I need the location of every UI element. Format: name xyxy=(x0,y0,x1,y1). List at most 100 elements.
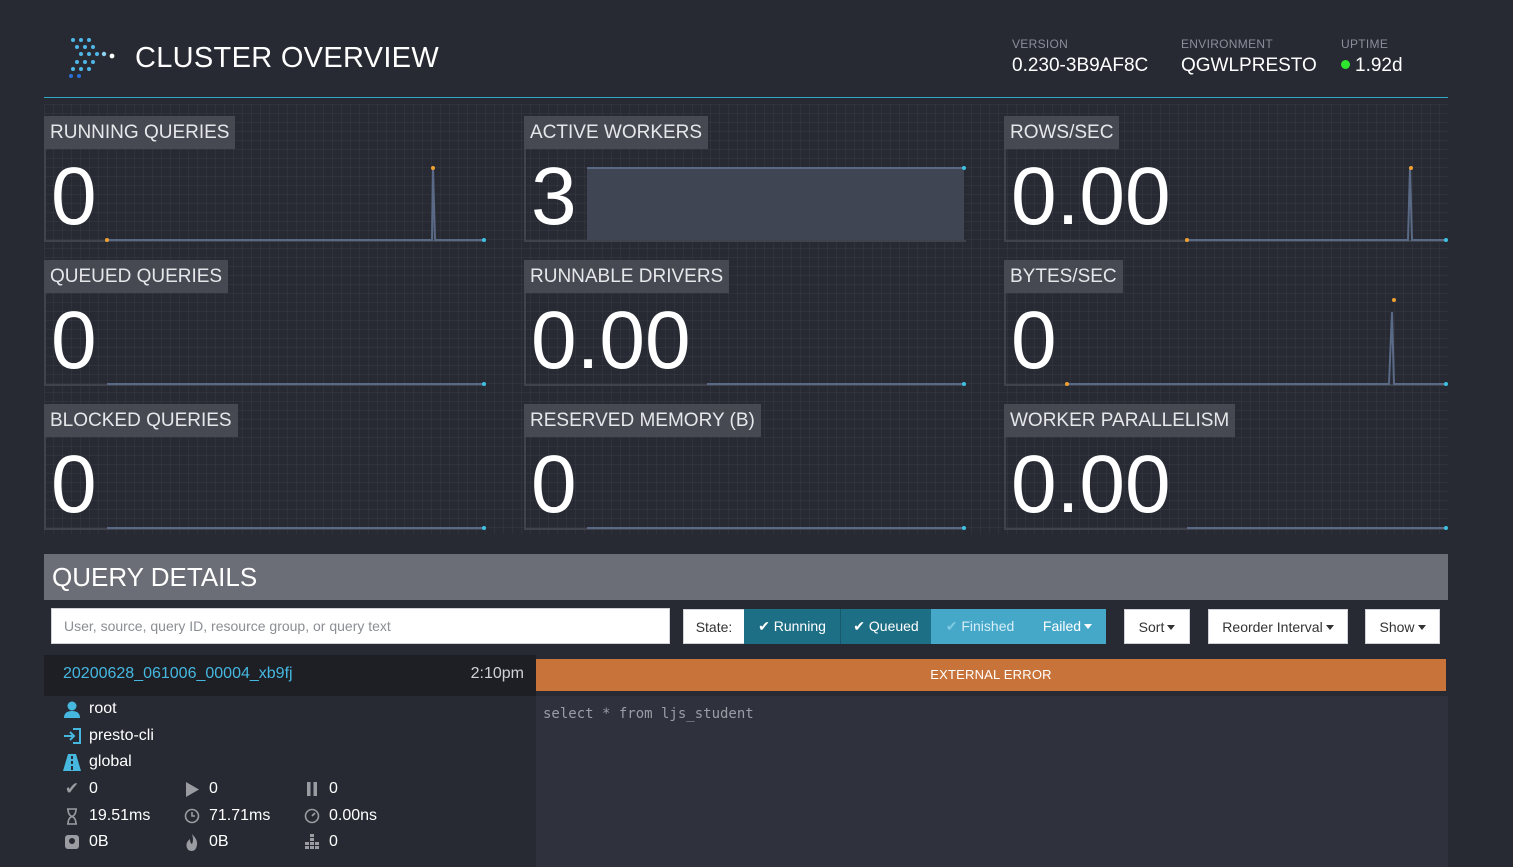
query-state-badge: EXTERNAL ERROR xyxy=(536,659,1446,691)
state-failed-dropdown[interactable]: Failed xyxy=(1029,609,1106,644)
clock-icon xyxy=(183,807,201,825)
cumulative-memory: 0 xyxy=(303,833,338,851)
tile-reserved-memory: RESERVED MEMORY (B) 0 xyxy=(524,404,966,530)
tile-value: 0 xyxy=(531,439,577,530)
tile-value: 3 xyxy=(531,151,577,242)
query-row: 20200628_061006_00004_xb9fj 2:10pm root … xyxy=(44,655,1448,867)
tile-value: 0 xyxy=(1011,295,1057,386)
version-label: VERSION xyxy=(1012,37,1069,51)
tile-value: 0 xyxy=(51,151,97,242)
metrics-grid: RUNNING QUERIES 0 ACTIVE WORKERS 3 ROWS/… xyxy=(44,104,1448,534)
caret-down-icon xyxy=(1417,625,1426,630)
tile-worker-parallelism: WORKER PARALLELISM 0.00 xyxy=(1004,404,1448,530)
version-value: 0.230-3B9AF8C xyxy=(1012,55,1149,76)
fire-icon xyxy=(183,833,201,851)
tile-runnable-drivers: RUNNABLE DRIVERS 0.00 xyxy=(524,260,966,386)
caret-down-icon xyxy=(1084,624,1093,629)
running-splits: 0 xyxy=(183,780,218,798)
login-icon xyxy=(63,727,81,745)
query-search-input[interactable] xyxy=(51,608,670,644)
tile-value: 0 xyxy=(51,295,97,386)
version-info: VERSION 0.230-3B9AF8C xyxy=(1012,37,1148,77)
sort-dropdown[interactable]: Sort xyxy=(1124,609,1190,644)
query-user-value: root xyxy=(89,700,117,717)
elapsed-time-value: 71.71ms xyxy=(209,807,271,824)
state-queued-button[interactable]: ✔ Queued xyxy=(840,609,931,644)
peak-memory-value: 0B xyxy=(209,833,229,850)
tile-label: BYTES/SEC xyxy=(1004,260,1123,293)
state-failed-label: Failed xyxy=(1042,618,1082,634)
state-running-button[interactable]: ✔ Running xyxy=(744,609,840,644)
tile-blocked-queries: BLOCKED QUERIES 0 xyxy=(44,404,486,530)
elapsed-time: 71.71ms xyxy=(183,807,270,825)
status-dot-icon xyxy=(1341,60,1350,69)
query-details-title: QUERY DETAILS xyxy=(44,554,1448,600)
reorder-label: Reorder Interval xyxy=(1222,619,1323,635)
wall-time-value: 19.51ms xyxy=(89,807,151,824)
completed-splits: ✔ 0 xyxy=(63,779,98,798)
query-row-header: 20200628_061006_00004_xb9fj 2:10pm xyxy=(44,655,536,696)
check-icon: ✔ xyxy=(758,618,770,634)
tile-value: 0 xyxy=(51,439,97,530)
tile-value: 0.00 xyxy=(531,295,691,386)
tile-label: ACTIVE WORKERS xyxy=(524,116,709,149)
cpu-time-value: 0.00ns xyxy=(329,807,378,824)
page-title: CLUSTER OVERVIEW xyxy=(135,42,439,74)
state-running-label: Running xyxy=(773,618,826,634)
environment-label: ENVIRONMENT xyxy=(1181,37,1273,51)
tile-label: RUNNING QUERIES xyxy=(44,116,236,149)
query-resource-group: global xyxy=(63,753,132,771)
tile-bytes-per-sec: BYTES/SEC 0 xyxy=(1004,260,1448,386)
peak-memory: 0B xyxy=(183,833,229,851)
check-icon: ✔ xyxy=(64,779,80,798)
tile-label: BLOCKED QUERIES xyxy=(44,404,238,437)
cumulative-memory-value: 0 xyxy=(329,833,338,850)
tile-value: 0.00 xyxy=(1011,151,1171,242)
tile-label: QUEUED QUERIES xyxy=(44,260,229,293)
state-queued-label: Queued xyxy=(868,618,919,634)
caret-down-icon xyxy=(1167,625,1176,630)
query-time: 2:10pm xyxy=(470,665,524,682)
reorder-interval-dropdown[interactable]: Reorder Interval xyxy=(1208,609,1348,644)
show-label: Show xyxy=(1379,619,1415,635)
running-splits-value: 0 xyxy=(209,780,218,797)
uptime-info: UPTIME 1.92d xyxy=(1341,37,1403,77)
tile-value: 0.00 xyxy=(1011,439,1171,530)
tile-label: WORKER PARALLELISM xyxy=(1004,404,1236,437)
show-dropdown[interactable]: Show xyxy=(1365,609,1440,644)
state-finished-label: Finished xyxy=(961,618,1015,634)
queued-splits: 0 xyxy=(303,780,338,798)
tile-label: RUNNABLE DRIVERS xyxy=(524,260,730,293)
hdd-icon xyxy=(63,833,81,851)
state-label: State: xyxy=(683,609,745,644)
query-toolbar: State: ✔ Running ✔ Queued ✔ Finished Fai… xyxy=(44,600,1448,654)
query-meta: root presto-cli global ✔ 0 0 0 19.51ms 7… xyxy=(44,696,536,867)
cpu-time: 0.00ns xyxy=(303,807,377,825)
query-sql: select * from ljs_student xyxy=(536,696,1448,867)
presto-logo-icon xyxy=(69,38,115,78)
query-user: root xyxy=(63,700,117,718)
current-memory-value: 0B xyxy=(89,833,109,850)
check-icon: ✔ xyxy=(853,618,865,634)
query-id-link[interactable]: 20200628_061006_00004_xb9fj xyxy=(63,665,293,683)
cluster-header: CLUSTER OVERVIEW VERSION 0.230-3B9AF8C E… xyxy=(44,0,1448,98)
caret-down-icon xyxy=(1325,625,1334,630)
stack-icon xyxy=(303,833,321,851)
environment-value: QGWLPRESTO xyxy=(1181,55,1317,76)
play-icon xyxy=(183,780,201,798)
wall-time: 19.51ms xyxy=(63,807,150,825)
tile-label: RESERVED MEMORY (B) xyxy=(524,404,761,437)
tile-label: ROWS/SEC xyxy=(1004,116,1120,149)
road-icon xyxy=(63,753,81,771)
sort-label: Sort xyxy=(1138,619,1165,635)
query-resource-group-value: global xyxy=(89,753,132,770)
check-icon: ✔ xyxy=(945,618,958,634)
tile-active-workers: ACTIVE WORKERS 3 xyxy=(524,116,966,242)
state-finished-button[interactable]: ✔ Finished xyxy=(931,609,1029,644)
queued-splits-value: 0 xyxy=(329,780,338,797)
tile-queued-queries: QUEUED QUERIES 0 xyxy=(44,260,486,386)
hourglass-icon xyxy=(63,807,81,825)
tile-rows-per-sec: ROWS/SEC 0.00 xyxy=(1004,116,1448,242)
uptime-value: 1.92d xyxy=(1355,55,1403,76)
query-source-value: presto-cli xyxy=(89,727,154,744)
